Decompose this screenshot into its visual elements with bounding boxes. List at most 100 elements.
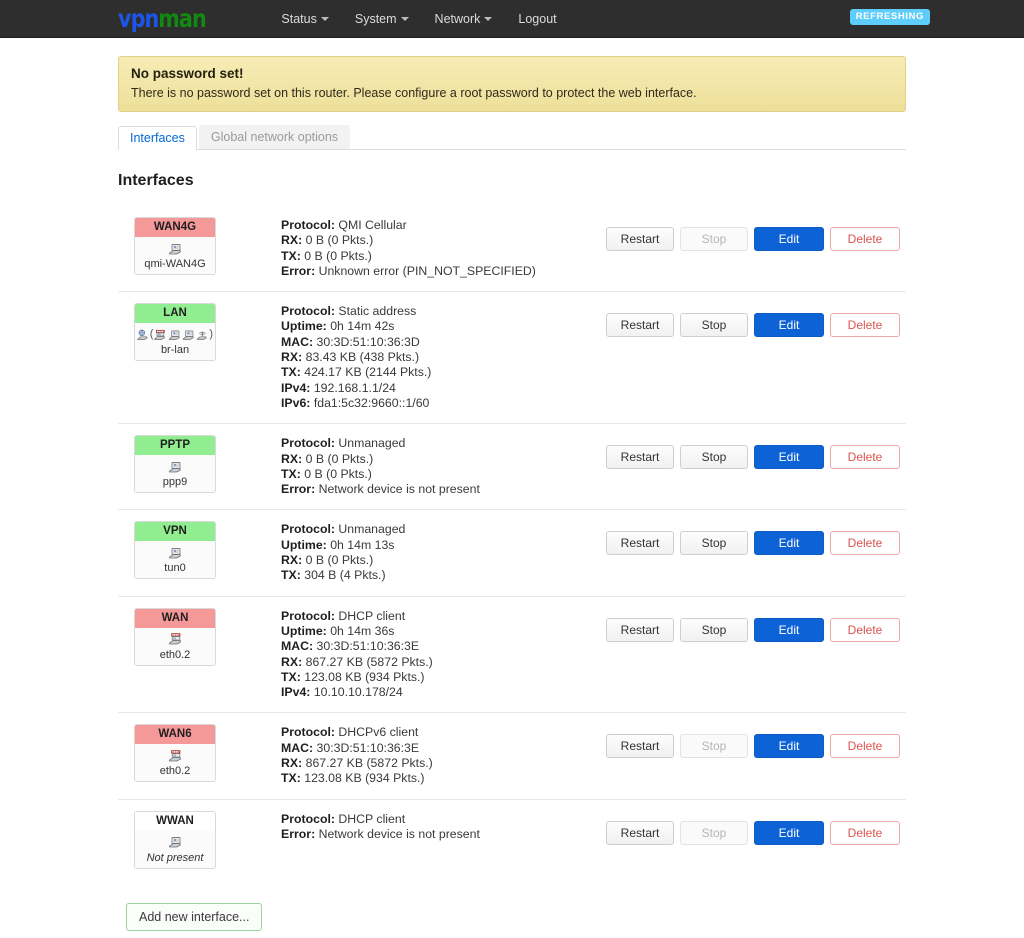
interface-info-label: MAC: [281, 334, 314, 349]
interface-badge[interactable]: WAN4G qmi-WAN4G [134, 217, 216, 275]
interface-info-value: 30:3D:51:10:36:3E [313, 740, 420, 755]
menu-item-label: Logout [518, 11, 557, 26]
edit-interface-button[interactable]: Edit [754, 227, 824, 251]
device-icon-group: () [137, 326, 213, 343]
stop-interface-button[interactable]: Stop [680, 445, 748, 470]
interface-info-label: Protocol: [281, 522, 335, 537]
interface-badge-cell: WAN6 eth0.2 [118, 724, 280, 783]
interface-badge[interactable]: WAN eth0.2 [134, 607, 216, 666]
stop-interface-button: Stop [680, 734, 748, 759]
interface-info-label: Protocol: [281, 811, 335, 826]
interface-info-label: TX: [281, 669, 301, 684]
delete-interface-button[interactable]: Delete [830, 445, 900, 470]
delete-interface-button[interactable]: Delete [830, 820, 900, 845]
menu-item-status[interactable]: Status [268, 12, 341, 26]
restart-interface-button[interactable]: Restart [606, 734, 674, 759]
interface-badge[interactable]: VPN tun0 [134, 521, 216, 580]
brand-logo-part1: vpn [118, 4, 159, 33]
interface-badge[interactable]: WAN6 eth0.2 [134, 724, 216, 783]
delete-interface-button[interactable]: Delete [830, 734, 900, 759]
menu-item-logout[interactable]: Logout [505, 12, 569, 26]
interface-device-name: eth0.2 [159, 648, 191, 661]
status-badge[interactable]: REFRESHING [849, 9, 930, 25]
stop-interface-button[interactable]: Stop [680, 617, 748, 642]
interface-info-line: Protocol: Unmanaged [281, 522, 606, 537]
interface-actions: Restart Stop Edit Delete [606, 217, 906, 251]
interface-info-label: TX: [281, 771, 301, 786]
edit-interface-button[interactable]: Edit [754, 531, 824, 556]
interface-info-line: RX: 867.27 KB (5872 Pkts.) [281, 756, 606, 771]
brand-logo[interactable]: vpnman [118, 4, 207, 33]
interface-actions: Restart Stop Edit Delete [606, 303, 906, 338]
interface-actions: Restart Stop Edit Delete [606, 608, 906, 642]
interface-info-label: Uptime: [281, 319, 327, 334]
interface-info-value: 123.08 KB (934 Pkts.) [300, 771, 425, 786]
interface-info-value: 10.10.10.178/24 [310, 685, 403, 700]
interface-info-label: RX: [281, 350, 303, 365]
interface-info-label: IPv4: [281, 685, 311, 700]
interface-badge-cell: WAN4G qmi-WAN4G [118, 217, 280, 275]
restart-interface-button[interactable]: Restart [606, 531, 674, 556]
edit-interface-button[interactable]: Edit [754, 313, 824, 338]
interface-row: PPTP ppp9 Protocol: Unmanaged RX: 0 B (0 Pk… [118, 423, 906, 509]
interface-info-line: Uptime: 0h 14m 13s [281, 538, 606, 553]
page-container: No password set! There is no password se… [0, 56, 1024, 931]
interface-info-label: Protocol: [281, 436, 335, 451]
interface-info-line: Protocol: Unmanaged [281, 436, 606, 451]
device-icon [169, 548, 181, 559]
interface-device-name: Not present [146, 851, 204, 864]
interface-info-line: Protocol: DHCP client [281, 609, 606, 624]
menu-item-system[interactable]: System [342, 12, 422, 26]
tab-interfaces[interactable]: Interfaces [118, 126, 197, 150]
interface-info-label: Uptime: [281, 537, 327, 552]
interface-info: Protocol: QMI Cellular RX: 0 B (0 Pkts.) T… [280, 217, 606, 279]
interface-info-label: TX: [281, 365, 301, 380]
interface-info-line: Protocol: DHCP client [281, 812, 606, 827]
warning-title: No password set! [131, 66, 244, 81]
interface-devices: qmi-WAN4G [135, 237, 215, 274]
interface-info-value: 0h 14m 36s [326, 623, 395, 638]
delete-interface-button[interactable]: Delete [830, 313, 900, 338]
interface-badge[interactable]: LAN() br-lan [134, 303, 216, 362]
interface-info-line: MAC: 30:3D:51:10:36:3D [281, 335, 606, 350]
add-new-interface-button[interactable]: Add new interface... [126, 902, 263, 931]
restart-interface-button[interactable]: Restart [606, 445, 674, 470]
tab-global-network-options[interactable]: Global network options [198, 125, 351, 149]
delete-interface-button[interactable]: Delete [830, 227, 900, 251]
restart-interface-button[interactable]: Restart [606, 617, 674, 642]
edit-interface-button[interactable]: Edit [754, 617, 824, 642]
interface-devices: eth0.2 [135, 627, 215, 665]
delete-interface-button[interactable]: Delete [830, 531, 900, 556]
device-icon [169, 461, 181, 473]
page-title: Interfaces [118, 172, 194, 189]
device-icon [169, 330, 180, 340]
interface-actions: Restart Stop Edit Delete [606, 724, 906, 759]
delete-interface-button[interactable]: Delete [830, 617, 900, 642]
stop-interface-button[interactable]: Stop [680, 531, 748, 556]
device-icon [182, 330, 194, 340]
edit-interface-button[interactable]: Edit [754, 734, 824, 759]
interface-name: WWAN [135, 811, 215, 831]
restart-interface-button[interactable]: Restart [606, 820, 674, 845]
interface-badge[interactable]: PPTP ppp9 [134, 435, 216, 494]
interface-info-value: 123.08 KB (934 Pkts.) [300, 669, 425, 684]
edit-interface-button[interactable]: Edit [754, 445, 824, 470]
interface-info-line: IPv4: 192.168.1.1/24 [281, 381, 606, 396]
ethernet-device-icon [168, 633, 181, 645]
restart-interface-button[interactable]: Restart [606, 313, 674, 338]
edit-interface-button[interactable]: Edit [754, 820, 824, 845]
interface-info-label: RX: [281, 654, 303, 669]
interface-info-label: RX: [281, 553, 303, 568]
stop-interface-button[interactable]: Stop [680, 313, 748, 338]
device-icon-group [137, 458, 213, 475]
interface-info-value: Static address [334, 304, 417, 319]
interface-info-line: RX: 0 B (0 Pkts.) [281, 553, 606, 568]
interface-info-line: Protocol: QMI Cellular [281, 218, 606, 233]
restart-interface-button[interactable]: Restart [606, 227, 674, 251]
interface-info: Protocol: Unmanaged RX: 0 B (0 Pkts.) TX: … [280, 435, 606, 497]
interface-badge[interactable]: WWAN Not present [134, 810, 216, 869]
interface-info-label: RX: [281, 233, 303, 248]
menu-item-network[interactable]: Network [422, 12, 506, 26]
interface-info-value: 192.168.1.1/24 [310, 380, 396, 395]
interface-info-line: RX: 0 B (0 Pkts.) [281, 452, 606, 467]
